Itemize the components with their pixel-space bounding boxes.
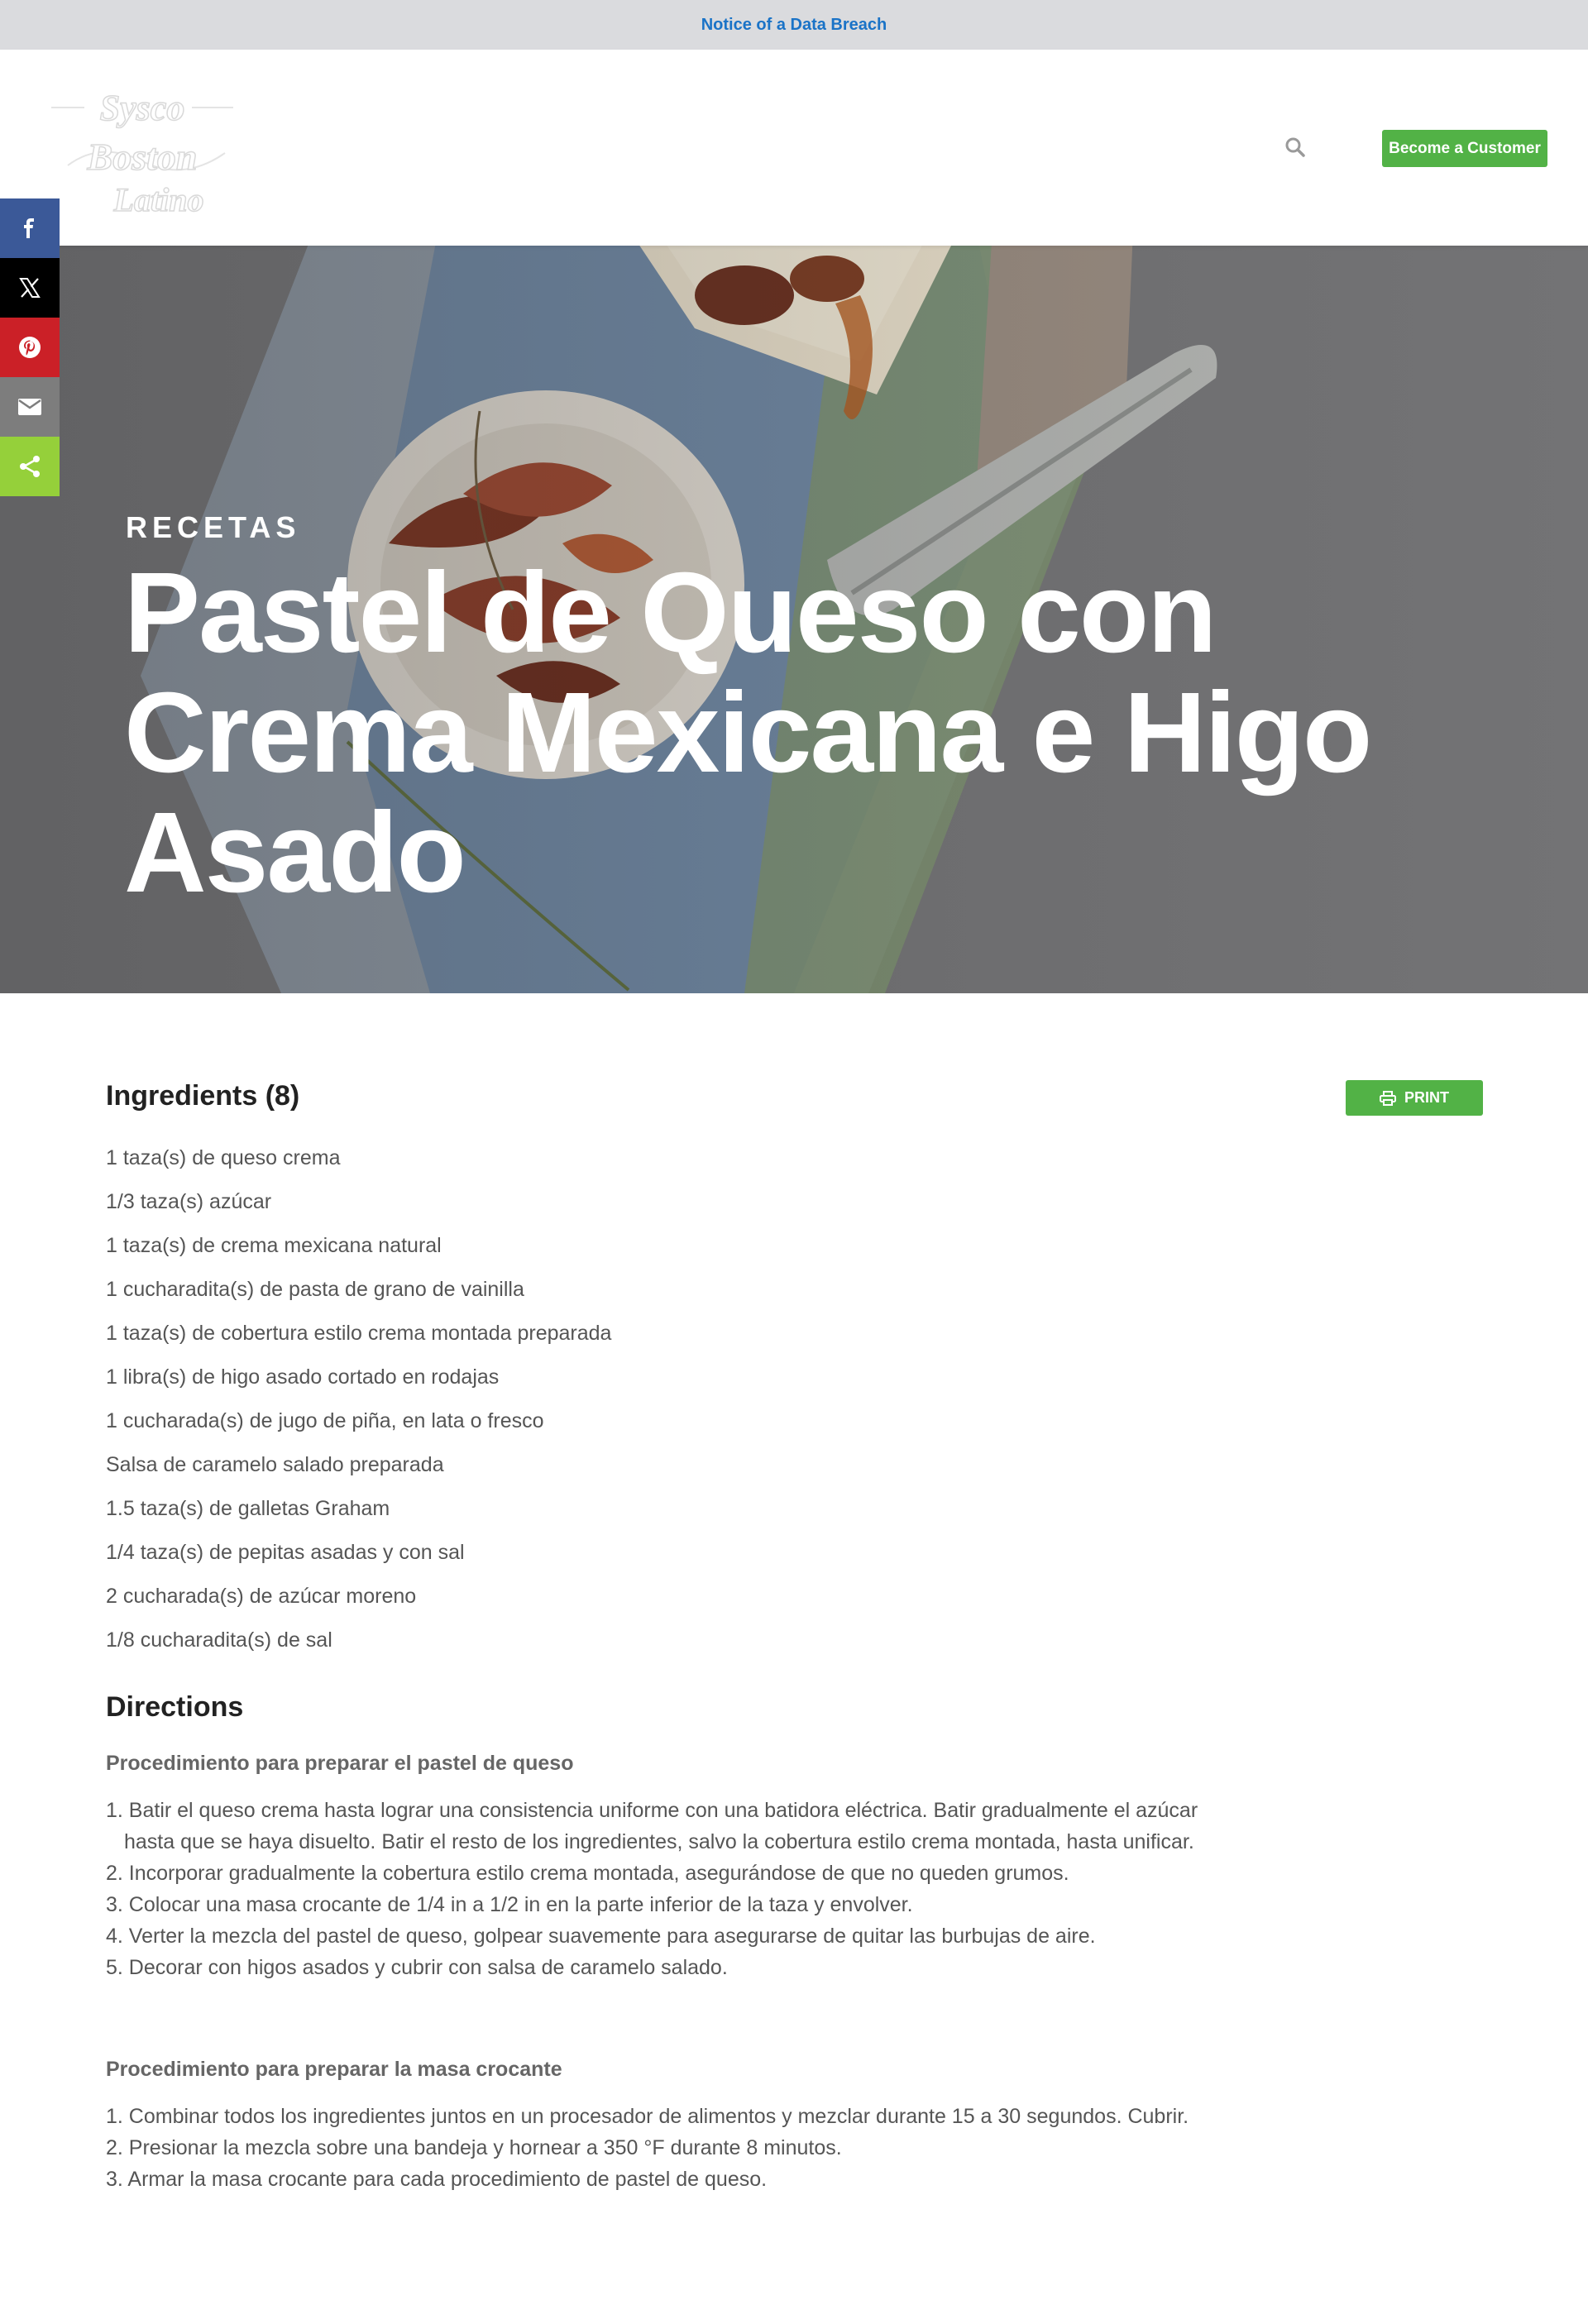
email-share-button[interactable] — [0, 377, 60, 437]
procedure-step: 1. Combinar todos los ingredientes junto… — [106, 2105, 1189, 2128]
procedure-step: 2. Incorporar gradualmente la cobertura … — [106, 1862, 1069, 1885]
email-icon — [18, 399, 41, 415]
procedure-steps: 1. Batir el queso crema hasta lograr una… — [106, 1795, 1231, 1983]
sysco-logo[interactable]: Sysco Boston Latino — [43, 83, 242, 223]
notice-bar: Notice of a Data Breach — [0, 0, 1588, 50]
ingredient-item: Salsa de caramelo salado preparada — [106, 1453, 444, 1476]
procedure-step: 3. Colocar una masa crocante de 1/4 in a… — [106, 1893, 913, 1916]
ingredient-item: 1/3 taza(s) azúcar — [106, 1190, 272, 1213]
print-label: PRINT — [1404, 1089, 1449, 1106]
ingredient-item: 1/4 taza(s) de pepitas asadas y con sal — [106, 1541, 465, 1564]
facebook-icon — [24, 218, 34, 238]
ingredient-item: 1 taza(s) de cobertura estilo crema mont… — [106, 1322, 612, 1345]
procedure-step: 3. Armar la masa crocante para cada proc… — [106, 2168, 768, 2191]
ingredient-item: 1/8 cucharadita(s) de sal — [106, 1628, 332, 1652]
directions-heading: Directions — [106, 1691, 244, 1723]
ingredient-item: 1 libra(s) de higo asado cortado en roda… — [106, 1365, 500, 1389]
procedure-step: 2. Presionar la mezcla sobre una bandeja… — [106, 2136, 842, 2159]
ingredients-list: 1 taza(s) de queso crema 1/3 taza(s) azú… — [106, 1143, 611, 1669]
more-share-button[interactable] — [0, 437, 60, 496]
procedure-steps: 1. Combinar todos los ingredientes junto… — [106, 2101, 1231, 2195]
ingredient-item: 1 cucharada(s) de jugo de piña, en lata … — [106, 1409, 544, 1432]
logo-line-2: Boston — [87, 136, 198, 178]
page-title: Pastel de Queso con Crema Mexicana e Hig… — [124, 549, 1372, 916]
x-share-button[interactable] — [0, 258, 60, 318]
ingredient-item: 1.5 taza(s) de galletas Graham — [106, 1497, 390, 1520]
ingredient-item: 1 taza(s) de queso crema — [106, 1146, 341, 1169]
ingredient-item: 2 cucharada(s) de azúcar moreno — [106, 1585, 417, 1608]
procedure-title: Procedimiento para preparar el pastel de… — [106, 1752, 574, 1775]
share-icon — [20, 456, 40, 477]
procedure-step: 4. Verter la mezcla del pastel de queso,… — [106, 1925, 1096, 1948]
data-breach-notice-link[interactable]: Notice of a Data Breach — [701, 16, 887, 35]
logo-line-3: Latino — [113, 181, 204, 218]
ingredient-item: 1 cucharadita(s) de pasta de grano de va… — [106, 1278, 524, 1301]
become-customer-button[interactable]: Become a Customer — [1382, 130, 1547, 167]
facebook-share-button[interactable] — [0, 198, 60, 258]
hero-banner: RECETAS Pastel de Queso con Crema Mexica… — [0, 246, 1588, 993]
hero-category-label: RECETAS — [126, 510, 301, 544]
pinterest-share-button[interactable] — [0, 318, 60, 377]
procedure-step: 5. Decorar con higos asados y cubrir con… — [106, 1956, 728, 1979]
procedure-title: Procedimiento para preparar la masa croc… — [106, 2058, 562, 2081]
ingredient-item: 1 taza(s) de crema mexicana natural — [106, 1234, 442, 1257]
print-button[interactable]: PRINT — [1346, 1080, 1483, 1116]
procedure-step: 1. Batir el queso crema hasta lograr una… — [106, 1799, 1198, 1853]
site-header: Sysco Boston Latino Become a Customer — [0, 50, 1588, 246]
pinterest-icon — [19, 337, 41, 358]
social-share-bar — [0, 198, 60, 496]
ingredients-heading: Ingredients (8) — [106, 1080, 300, 1112]
search-button[interactable] — [1279, 131, 1312, 164]
printer-icon — [1380, 1090, 1396, 1106]
logo-line-1: Sysco — [100, 88, 185, 128]
search-icon — [1285, 137, 1305, 157]
x-icon — [19, 278, 41, 298]
